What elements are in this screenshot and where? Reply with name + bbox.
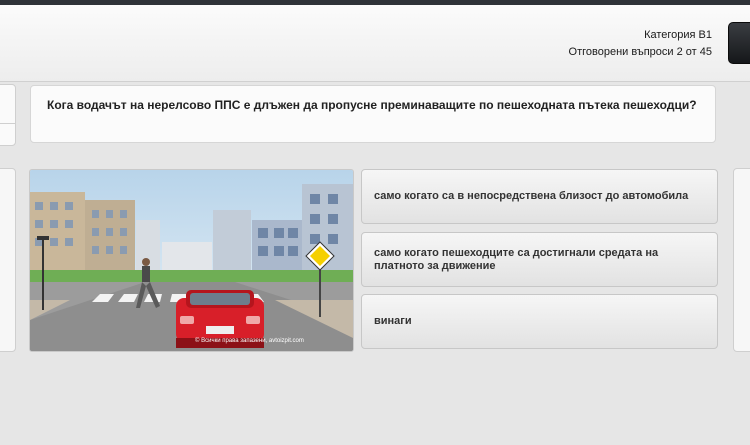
question-image: © Всички права запазени, avtoizpit.com [29,169,354,352]
previous-question-button[interactable] [0,168,16,352]
header-info: Категория В1 Отговорени въпроси 2 от 45 [569,27,712,61]
left-side-panel[interactable] [0,84,16,146]
progress-label: Отговорени въпроси 2 от 45 [568,46,712,58]
header: Категория В1 Отговорени въпроси 2 от 45 [0,5,750,82]
answer-option-3[interactable]: винаги [361,294,718,349]
answer-option-1[interactable]: само когато са в непосредствена близост … [361,169,718,224]
answer-option-2[interactable]: само когато пешеходците са достигнали ср… [361,232,718,287]
question-box: Кога водачът на нерелсово ППС е длъжен д… [30,85,716,143]
answer-option-2-label: само когато пешеходците са достигнали ср… [374,246,659,272]
exit-button[interactable] [728,22,750,64]
image-watermark: © Всички права запазени, avtoizpit.com [195,338,304,344]
answer-option-3-label: винаги [374,315,412,327]
question-text: Кога водачът на нерелсово ППС е длъжен д… [47,98,697,112]
category-label: Категория В1 [644,29,712,41]
next-question-button[interactable] [733,168,750,352]
crosswalk-scene-illustration [30,170,353,351]
answer-option-1-label: само когато са в непосредствена близост … [374,190,689,202]
